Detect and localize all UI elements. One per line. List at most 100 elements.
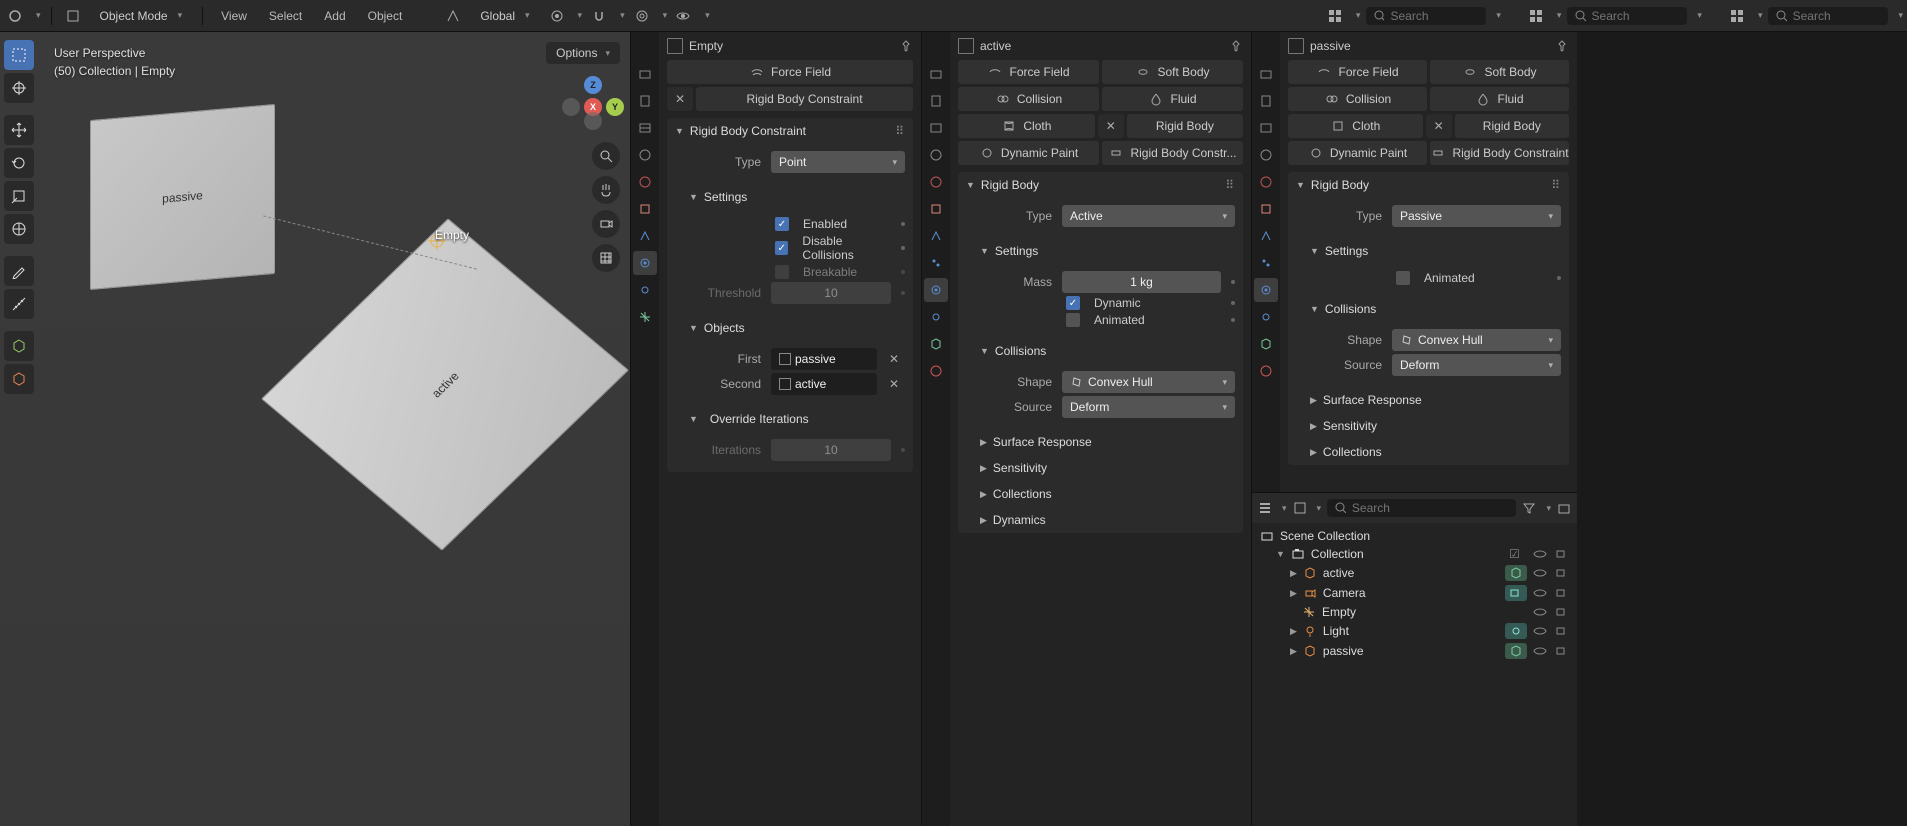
first-object-field[interactable]: passive bbox=[771, 348, 877, 370]
tab-render[interactable] bbox=[1254, 62, 1278, 86]
render-toggle-icon[interactable] bbox=[1553, 549, 1571, 559]
collision-button[interactable]: Collision bbox=[958, 87, 1099, 111]
pan-button[interactable] bbox=[592, 176, 620, 204]
filter-icon[interactable] bbox=[1522, 501, 1536, 515]
tab-material[interactable] bbox=[1254, 359, 1278, 383]
eye-icon[interactable] bbox=[1531, 607, 1549, 617]
orientation-icon[interactable] bbox=[442, 5, 464, 27]
search-input-3[interactable] bbox=[1768, 7, 1888, 25]
tab-scene[interactable] bbox=[1254, 143, 1278, 167]
axis-z[interactable]: Z bbox=[584, 76, 602, 94]
cube-icon[interactable] bbox=[62, 5, 84, 27]
pin-icon[interactable] bbox=[1555, 39, 1569, 53]
axis-y[interactable]: Y bbox=[606, 98, 624, 116]
enabled-checkbox[interactable] bbox=[775, 217, 789, 231]
section-settings[interactable]: ▼Settings bbox=[958, 238, 1243, 264]
tab-mesh[interactable] bbox=[1254, 332, 1278, 356]
rigid-body-constraint-button[interactable]: Rigid Body Constraint bbox=[696, 87, 913, 111]
search-input-2[interactable] bbox=[1567, 7, 1687, 25]
tool-measure[interactable] bbox=[4, 289, 34, 319]
tree-item-passive[interactable]: ▶passive bbox=[1254, 641, 1575, 661]
tab-scene[interactable] bbox=[633, 143, 657, 167]
search-field-3[interactable] bbox=[1793, 9, 1881, 23]
section-rigid-body[interactable]: ▼Rigid Body⠿ bbox=[958, 172, 1243, 198]
remove-rigid-body-button[interactable]: ✕ bbox=[1426, 114, 1452, 138]
fluid-button[interactable]: Fluid bbox=[1430, 87, 1569, 111]
tool-select[interactable] bbox=[4, 40, 34, 70]
section-collections[interactable]: ▶Collections bbox=[958, 481, 1243, 507]
outliner-editor-icon[interactable] bbox=[1258, 501, 1272, 515]
render-toggle-icon[interactable] bbox=[1553, 607, 1571, 617]
tab-modifiers[interactable] bbox=[1254, 224, 1278, 248]
search-field-2[interactable] bbox=[1592, 9, 1680, 23]
persp-button[interactable] bbox=[592, 244, 620, 272]
force-field-button[interactable]: Force Field bbox=[1288, 60, 1427, 84]
editor-type-icon[interactable] bbox=[4, 5, 26, 27]
cloth-button[interactable]: Cloth bbox=[1288, 114, 1423, 138]
dynamic-paint-button[interactable]: Dynamic Paint bbox=[1288, 141, 1427, 165]
tab-render[interactable] bbox=[633, 62, 657, 86]
tool-add-cube[interactable] bbox=[4, 331, 34, 361]
remove-rigid-body-button[interactable]: ✕ bbox=[1098, 114, 1124, 138]
camera-button[interactable] bbox=[592, 210, 620, 238]
collision-button[interactable]: Collision bbox=[1288, 87, 1427, 111]
section-settings[interactable]: ▼Settings bbox=[667, 184, 913, 210]
axis-neg-z[interactable] bbox=[584, 112, 602, 130]
menu-view[interactable]: View bbox=[213, 5, 255, 27]
options-dropdown[interactable]: Options▾ bbox=[546, 42, 620, 64]
pin-icon[interactable] bbox=[1229, 39, 1243, 53]
force-field-button[interactable]: Force Field bbox=[958, 60, 1099, 84]
mesh-data-icon[interactable] bbox=[1505, 565, 1527, 581]
rigid-body-button[interactable]: Rigid Body bbox=[1127, 114, 1243, 138]
render-toggle-icon[interactable] bbox=[1553, 588, 1571, 598]
tab-viewlayer[interactable] bbox=[924, 116, 948, 140]
mesh-passive[interactable]: passive bbox=[90, 104, 275, 290]
tool-annotate[interactable] bbox=[4, 256, 34, 286]
props-editor-icon-3[interactable] bbox=[1726, 5, 1748, 27]
tab-particles[interactable] bbox=[924, 251, 948, 275]
source-dropdown[interactable]: Deform▾ bbox=[1392, 354, 1561, 376]
section-collisions[interactable]: ▼Collisions bbox=[1288, 296, 1569, 322]
tree-item-empty[interactable]: Empty bbox=[1254, 603, 1575, 621]
tab-physics[interactable] bbox=[633, 251, 657, 275]
disable-collisions-checkbox[interactable] bbox=[775, 241, 788, 255]
soft-body-button[interactable]: Soft Body bbox=[1102, 60, 1243, 84]
visibility-icon[interactable] bbox=[673, 5, 695, 27]
tool-transform[interactable] bbox=[4, 214, 34, 244]
animated-checkbox[interactable] bbox=[1066, 313, 1080, 327]
eye-icon[interactable] bbox=[1531, 626, 1549, 636]
pin-icon[interactable] bbox=[899, 39, 913, 53]
source-dropdown[interactable]: Deform▾ bbox=[1062, 396, 1235, 418]
display-mode-icon[interactable] bbox=[1293, 501, 1307, 515]
outliner-search[interactable] bbox=[1327, 499, 1516, 517]
tab-physics[interactable] bbox=[1254, 278, 1278, 302]
clear-first-button[interactable]: ✕ bbox=[883, 352, 905, 366]
section-rbc[interactable]: ▼Rigid Body Constraint⠿ bbox=[667, 118, 913, 144]
breakable-checkbox[interactable] bbox=[775, 265, 789, 279]
nav-gizmo[interactable]: Z Y X bbox=[566, 76, 620, 130]
rigid-body-constraint-button[interactable]: Rigid Body Constraint bbox=[1430, 141, 1569, 165]
shape-dropdown[interactable]: Convex Hull▾ bbox=[1392, 329, 1561, 351]
dynamic-checkbox[interactable] bbox=[1066, 296, 1080, 310]
camera-data-icon[interactable] bbox=[1505, 585, 1527, 601]
eye-icon[interactable] bbox=[1531, 568, 1549, 578]
tree-scene-collection[interactable]: Scene Collection bbox=[1254, 527, 1575, 545]
tool-add-other[interactable] bbox=[4, 364, 34, 394]
tab-world[interactable] bbox=[1254, 170, 1278, 194]
mode-dropdown[interactable]: Object Mode ▾ bbox=[90, 6, 193, 26]
tab-constraints[interactable] bbox=[633, 278, 657, 302]
tab-world[interactable] bbox=[924, 170, 948, 194]
tab-material[interactable] bbox=[924, 359, 948, 383]
animated-checkbox[interactable] bbox=[1396, 271, 1410, 285]
section-dynamics[interactable]: ▶Dynamics bbox=[958, 507, 1243, 533]
tab-modifiers[interactable] bbox=[633, 224, 657, 248]
light-data-icon[interactable] bbox=[1505, 623, 1527, 639]
drag-handle-icon[interactable]: ⠿ bbox=[895, 124, 905, 138]
section-override[interactable]: ▼Override Iterations bbox=[667, 406, 913, 432]
tab-output[interactable] bbox=[633, 89, 657, 113]
tree-item-active[interactable]: ▶active bbox=[1254, 563, 1575, 583]
menu-select[interactable]: Select bbox=[261, 5, 310, 27]
cloth-button[interactable]: Cloth bbox=[958, 114, 1095, 138]
props-editor-icon-2[interactable] bbox=[1525, 5, 1547, 27]
soft-body-button[interactable]: Soft Body bbox=[1430, 60, 1569, 84]
